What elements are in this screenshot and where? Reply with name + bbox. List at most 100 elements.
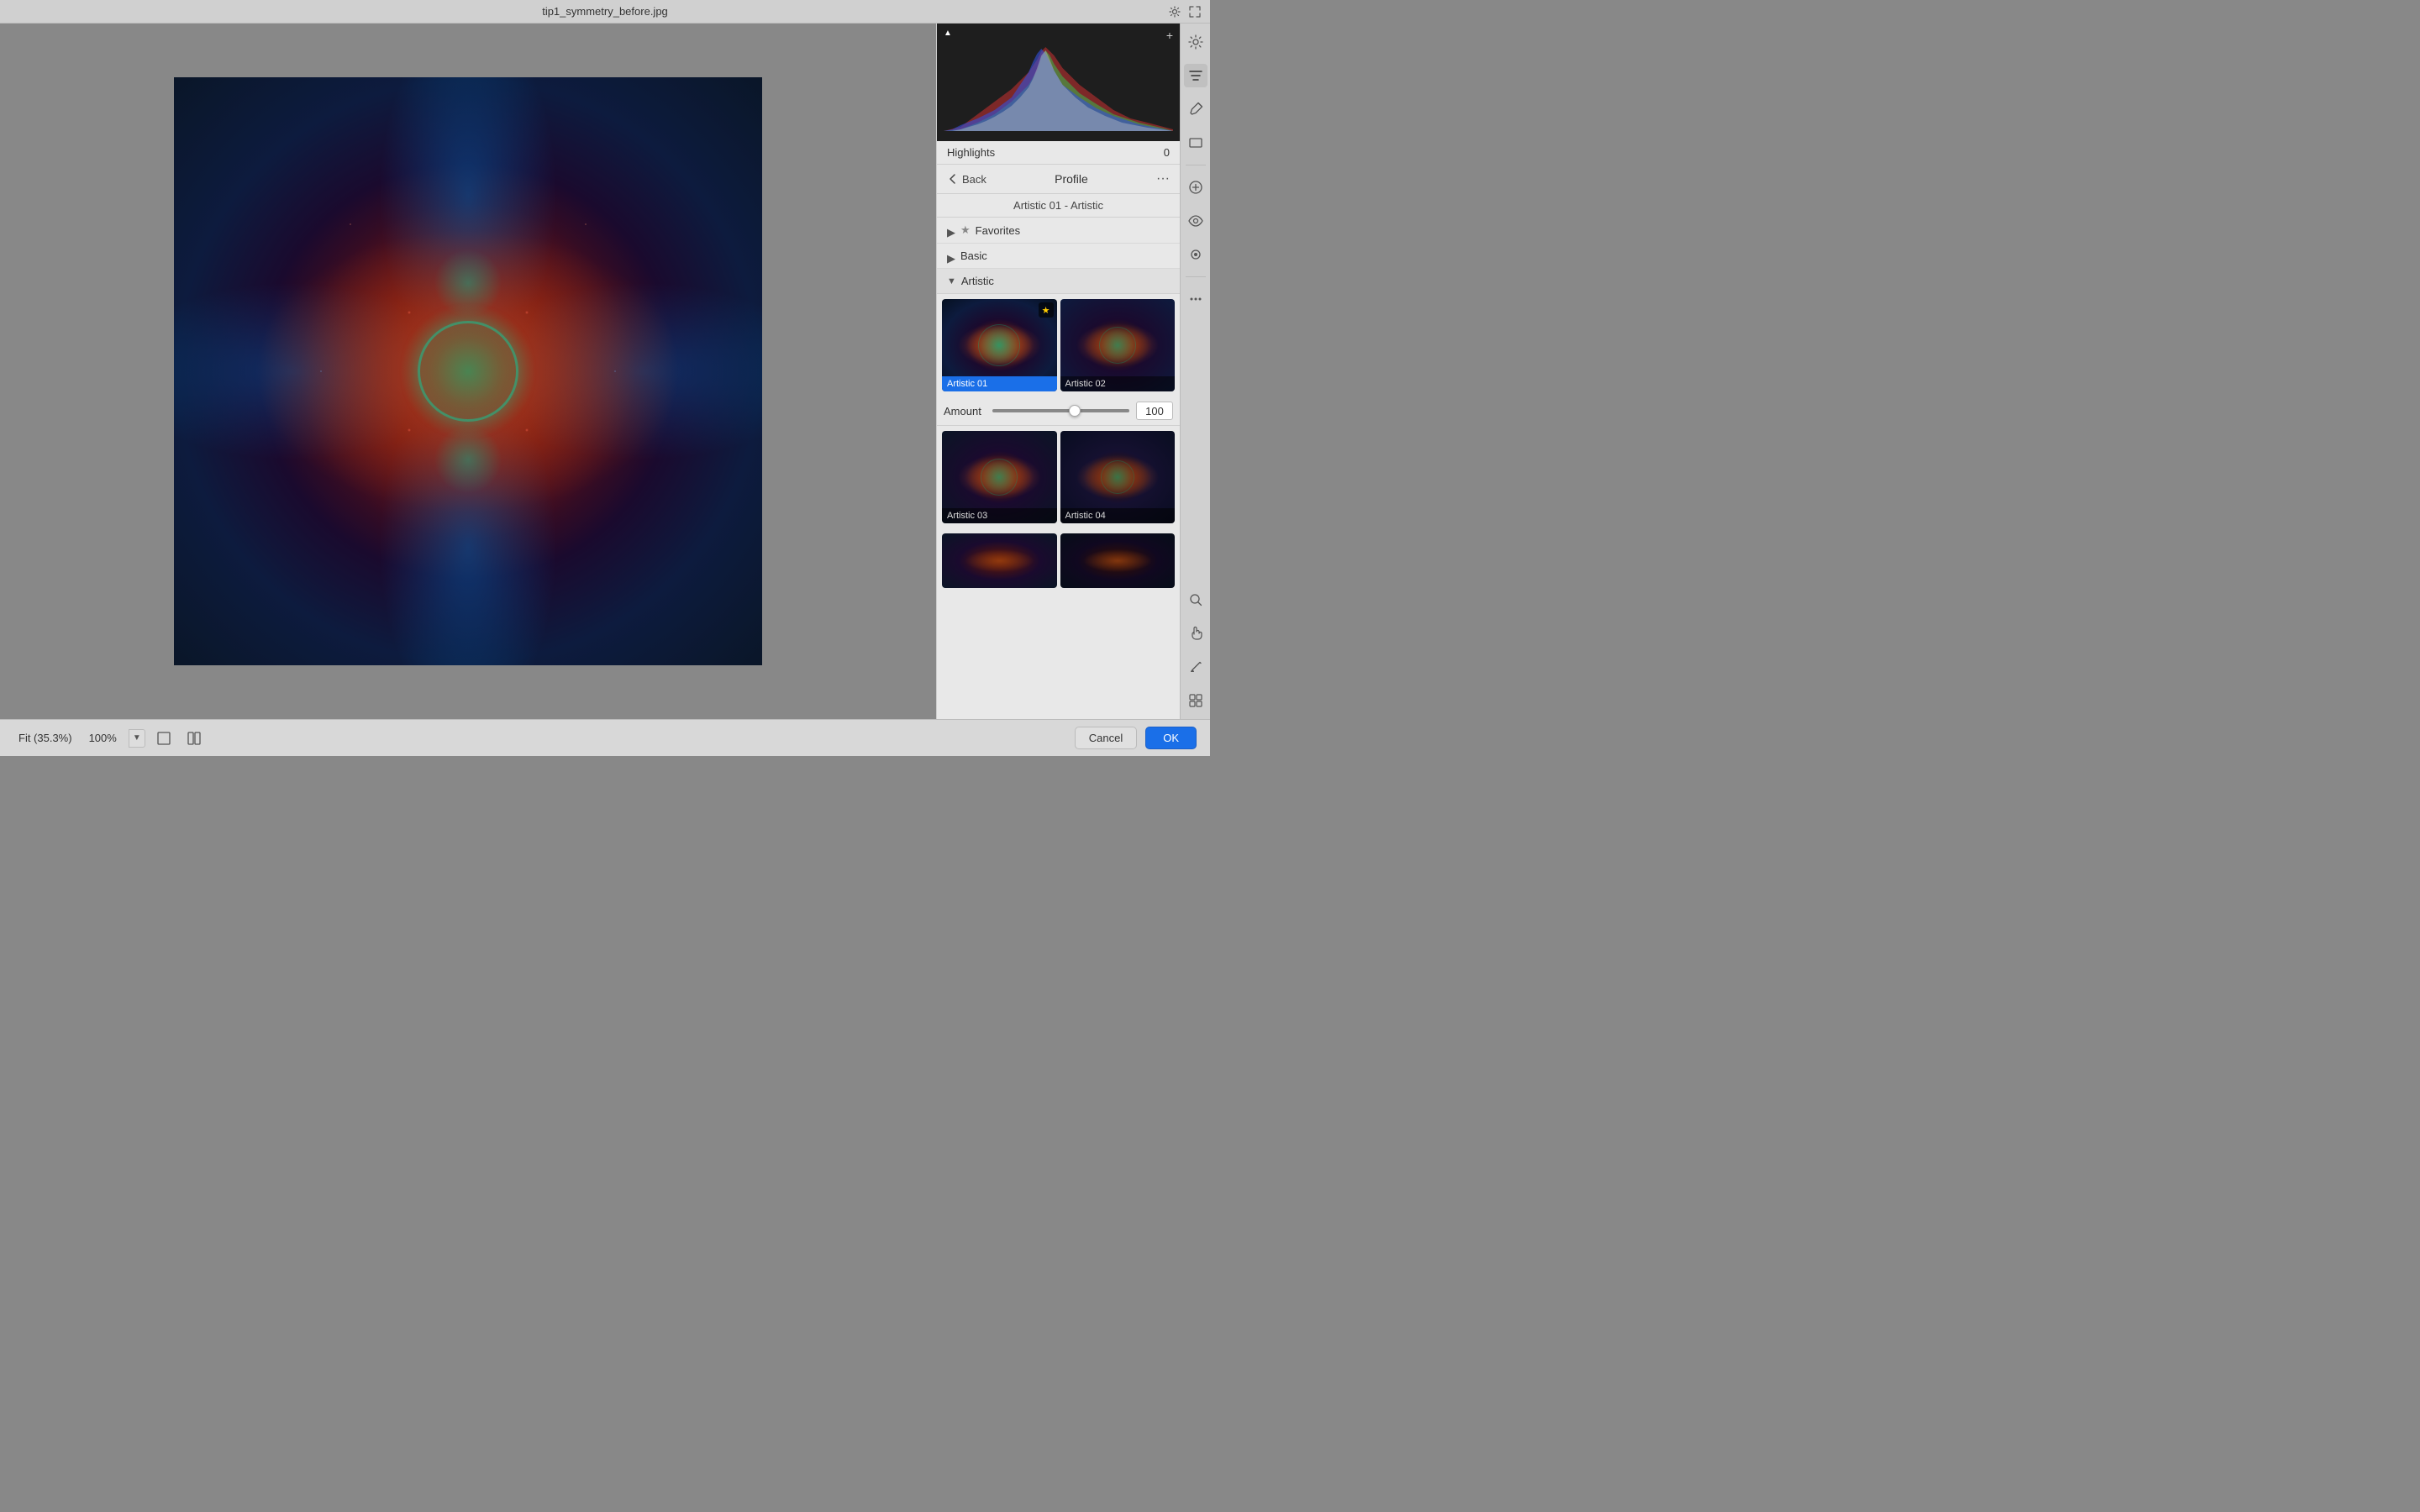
brush-icon: [1188, 659, 1203, 675]
grid-icon: [1188, 693, 1203, 708]
histogram-canvas: [944, 39, 1173, 131]
adjustments-icon: [1188, 34, 1203, 50]
favorites-toggle-icon: ▶: [947, 226, 955, 234]
basic-toggle-icon: ▶: [947, 252, 955, 260]
split-view-icon: [187, 731, 202, 746]
swirl-center: [418, 321, 518, 422]
artistic-section-header[interactable]: ▼ Artistic: [937, 269, 1180, 294]
preset-artistic-04[interactable]: Artistic 04: [1060, 431, 1176, 523]
title-bar-controls: [1168, 5, 1202, 18]
preset-artistic-03[interactable]: Artistic 03: [942, 431, 1057, 523]
highlights-label: Highlights: [947, 146, 995, 159]
particles-overlay: [174, 77, 762, 665]
artistic-label: Artistic: [961, 275, 994, 287]
settings-button[interactable]: [1168, 5, 1181, 18]
fit-zoom-button[interactable]: Fit (35.3%): [13, 729, 77, 747]
preset-02-label: Artistic 02: [1060, 376, 1176, 391]
back-button[interactable]: Back: [947, 173, 986, 186]
cancel-button[interactable]: Cancel: [1075, 727, 1137, 749]
profile-subtitle: Artistic 01 - Artistic: [937, 194, 1180, 218]
rectangle-tool-button[interactable]: [1184, 131, 1207, 155]
preset-artistic-01[interactable]: ★ Artistic 01: [942, 299, 1057, 391]
histogram-section: ▲ +: [937, 24, 1180, 141]
right-panel: ▲ + Highlights 0: [936, 24, 1180, 719]
basic-label: Basic: [960, 249, 987, 262]
amount-slider-thumb: [1069, 405, 1081, 417]
highlights-row: Highlights 0: [937, 141, 1180, 165]
search-icon: [1188, 592, 1203, 607]
amount-label: Amount: [944, 405, 986, 417]
histogram-corner-icon: ▲: [944, 29, 952, 38]
grid-tool-button[interactable]: [1184, 689, 1207, 712]
split-view-button[interactable]: [182, 727, 206, 750]
preset-01-center: [978, 324, 1020, 366]
preset-artistic-05[interactable]: [942, 533, 1057, 588]
preset-grid-row2: Artistic 03 Artistic 04: [937, 426, 1180, 528]
title-bar: tip1_symmetry_before.jpg: [0, 0, 1210, 24]
bottom-left: Fit (35.3%) 100% ▼: [13, 727, 206, 750]
zoom-dropdown-icon: ▼: [133, 733, 141, 743]
back-label: Back: [962, 173, 986, 186]
window-title: tip1_symmetry_before.jpg: [542, 5, 668, 18]
eye-icon: [1188, 213, 1203, 228]
main-container: ▲ + Highlights 0: [0, 24, 1210, 719]
hand-tool-button[interactable]: [1184, 622, 1207, 645]
preset-01-star-badge: ★: [1039, 302, 1054, 318]
filter-tool-button[interactable]: [1184, 64, 1207, 87]
amount-slider[interactable]: [992, 409, 1129, 412]
profile-title: Profile: [1055, 172, 1088, 186]
amount-row: Amount: [937, 396, 1180, 426]
preset-04-center: [1101, 460, 1134, 494]
zoom-dropdown-button[interactable]: ▼: [129, 729, 145, 748]
adjustments-tool-button[interactable]: [1184, 30, 1207, 54]
histogram-svg: [944, 39, 1173, 131]
pencil-icon: [1188, 102, 1203, 117]
tools-separator-2: [1186, 276, 1206, 277]
preset-grid: ★ Artistic 01 Artistic 02: [937, 294, 1180, 396]
back-arrow-icon: [947, 173, 959, 185]
preset-grid-row3: [937, 528, 1180, 593]
tools-bar: [1180, 24, 1210, 719]
paint-tool-button[interactable]: [1184, 243, 1207, 266]
single-view-button[interactable]: [152, 727, 176, 750]
preset-03-label: Artistic 03: [942, 508, 1057, 523]
ok-button[interactable]: OK: [1145, 727, 1197, 749]
expand-button[interactable]: [1188, 5, 1202, 18]
artistic-toggle-icon: ▼: [947, 276, 956, 286]
artistic-section: ▼ Artistic ★ Artistic 01: [937, 269, 1180, 719]
highlights-value: 0: [1164, 146, 1170, 159]
preset-02-center: [1099, 327, 1136, 364]
hand-icon: [1188, 626, 1203, 641]
zoom-100-button[interactable]: 100%: [84, 729, 122, 747]
search-tool-button[interactable]: [1184, 588, 1207, 612]
eye-tool-button[interactable]: [1184, 209, 1207, 233]
more-icon: [1188, 291, 1203, 307]
rectangle-icon: [1188, 135, 1203, 150]
filter-icon: [1188, 68, 1203, 83]
basic-section[interactable]: ▶ Basic: [937, 244, 1180, 269]
favorites-star-icon: ★: [960, 223, 971, 237]
favorites-section[interactable]: ▶ ★ Favorites: [937, 218, 1180, 244]
bottom-bar: Fit (35.3%) 100% ▼ Cancel OK: [0, 719, 1210, 756]
preset-artistic-06[interactable]: [1060, 533, 1176, 588]
more-tool-button[interactable]: [1184, 287, 1207, 311]
image-canvas[interactable]: [174, 77, 762, 665]
add-tool-button[interactable]: [1184, 176, 1207, 199]
favorites-label: Favorites: [976, 224, 1020, 237]
paint-icon: [1188, 247, 1203, 262]
swirl-overlay: [174, 77, 762, 665]
single-view-icon: [156, 731, 171, 746]
preset-artistic-02[interactable]: Artistic 02: [1060, 299, 1176, 391]
profile-more-button[interactable]: ···: [1156, 171, 1170, 186]
amount-input[interactable]: [1136, 402, 1173, 420]
preset-03-center: [981, 459, 1018, 496]
pencil-tool-button[interactable]: [1184, 97, 1207, 121]
preset-01-label: Artistic 01: [942, 376, 1057, 391]
bottom-right: Cancel OK: [1075, 727, 1197, 749]
preset-04-label: Artistic 04: [1060, 508, 1176, 523]
add-icon: [1188, 180, 1203, 195]
profile-header: Back Profile ···: [937, 165, 1180, 194]
amount-slider-track: [992, 409, 1129, 412]
canvas-area: [0, 24, 936, 719]
brush-tool-button[interactable]: [1184, 655, 1207, 679]
